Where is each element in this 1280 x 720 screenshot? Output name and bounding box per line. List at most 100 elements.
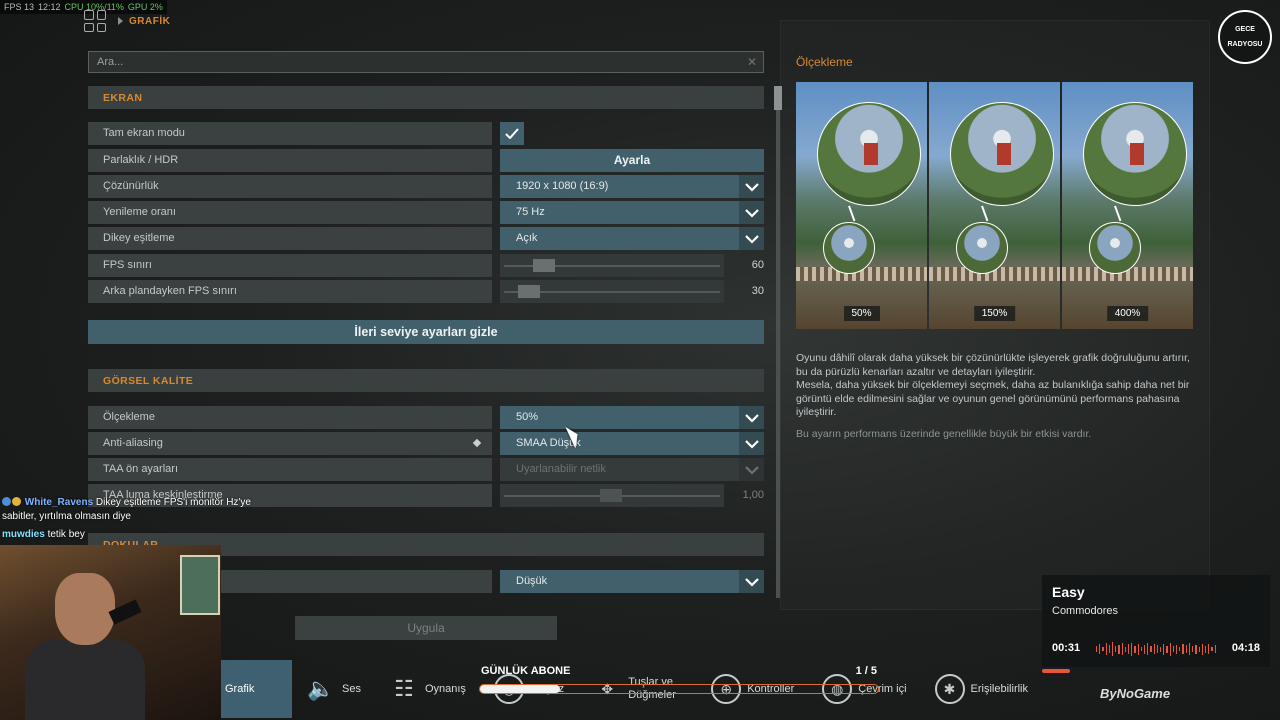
label-background-fps-limit: Arka plandayken FPS sınırı [88,280,492,303]
header: GRAFİK [84,10,170,32]
hide-advanced-settings-button[interactable]: İleri seviye ayarları gizle [88,320,764,344]
accessibility-icon: ✱ [934,674,965,704]
chat-username: White_Ravens [24,497,94,508]
scaling-dropdown[interactable]: 50% [500,406,764,429]
chat-text: tetik bey [47,529,85,540]
track-artist: Commodores [1052,605,1119,617]
vsync-dropdown[interactable]: Açık [500,227,764,250]
fullscreen-checkbox[interactable] [500,122,524,145]
clear-search-icon[interactable]: ✕ [747,55,757,69]
fps-limit-slider[interactable] [500,254,724,277]
preview-image-1: 50% [796,82,927,329]
texture-quality-dropdown[interactable]: Düşük [500,570,764,593]
label-refresh-rate: Yenileme oranı [88,201,492,224]
settings-scrollbar[interactable] [774,86,782,598]
zoom-circle-large [950,102,1054,206]
tab-erisilebilirlik[interactable]: ✱ Erişilebilirlik [921,660,1042,718]
webcam-feed [0,545,221,720]
zoom-circle-small [823,222,875,274]
goal-progress-fill [480,685,560,693]
chevron-down-icon[interactable] [739,570,764,593]
tab-ses[interactable]: 🔈 Ses [292,660,375,718]
taa-sharpening-value: 1,00 [742,489,764,501]
resolution-dropdown[interactable]: 1920 x 1080 (16:9) [500,175,764,198]
elapsed-time: 00:31 [1052,642,1081,654]
track-progress [1042,669,1070,673]
label-resolution: Çözünürlük [88,175,492,198]
checkmark-icon [505,128,519,139]
speaker-icon: 🔈 [307,676,335,701]
zoom-circle-small [1089,222,1141,274]
scrollbar-thumb[interactable] [774,86,782,110]
tab-oynanis[interactable]: ☷ Oynanış [375,660,480,718]
preview-image-3: 400% [1062,82,1193,329]
apply-button[interactable]: Uygula [295,616,557,640]
grid-menu-icon[interactable] [84,10,106,32]
label-taa-preset: TAA ön ayarları [88,458,492,481]
fps-limit-value: 60 [751,259,764,271]
chevron-down-icon[interactable] [739,406,764,429]
scaling-value: 50% [516,411,539,423]
tab-grafik[interactable]: Grafik [221,660,292,718]
description-paragraph-1: Oyunu dâhilî olarak daha yüksek bir çözü… [796,352,1190,378]
description-paragraph-2: Mesela, daha yüksek bir ölçeklemeyi seçm… [796,379,1190,418]
now-playing-widget: Easy Commodores 00:31 04:18 [1042,575,1270,673]
tab-label: Oynanış [424,683,466,695]
chat-username: muwdies [2,529,45,540]
tab-label: Ses [342,683,361,695]
search-input[interactable]: Ara... ✕ [88,51,764,73]
slider-thumb [600,489,622,502]
subscriber-goal-overlay: GÜNLÜK ABONE 1 / 5 [479,665,881,701]
performance-note: Bu ayarın performans üzerinde genellikle… [796,427,1092,440]
search-placeholder: Ara... [97,56,124,68]
brightness-adjust-button[interactable]: Ayarla [500,149,764,172]
preview-image-2: 150% [929,82,1060,329]
slider-thumb[interactable] [533,259,555,272]
zoom-circle-small [956,222,1008,274]
breadcrumb: GRAFİK [118,16,170,27]
texture-quality-value: Düşük [516,575,548,587]
goal-progress-bar [479,684,879,694]
audio-waveform [1096,642,1216,656]
scaling-preview-images: 50% 150% 400% [796,82,1193,329]
chevron-right-icon [118,17,123,25]
setting-description: Oyunu dâhilî olarak daha yüksek bir çözü… [796,352,1196,441]
chevron-down-icon[interactable] [739,175,764,198]
refresh-rate-dropdown[interactable]: 75 Hz [500,201,764,224]
preview-label: 50% [843,306,880,321]
badge-icon [12,497,21,506]
tab-label: Erişilebilirlik [970,683,1028,695]
preview-label: 400% [1106,306,1149,321]
label-scaling: Ölçekleme [88,406,492,429]
refresh-rate-value: 75 Hz [516,206,545,218]
taa-preset-dropdown: Uyarlanabilir netlik [500,458,764,481]
preview-label: 150% [973,306,1016,321]
watermark-logo: ByNoGame [1100,686,1171,701]
radio-logo: GECE RADYOSU [1218,10,1272,64]
taa-sharpening-slider [500,484,724,507]
zoom-circle-large [817,102,921,206]
badge-icon [2,497,11,506]
label-brightness: Parlaklık / HDR [88,149,492,172]
background-fps-limit-value: 30 [751,285,764,297]
chevron-down-icon[interactable] [739,201,764,224]
breadcrumb-current: GRAFİK [129,15,171,27]
section-header-visual-quality: GÖRSEL KALİTE [88,369,764,392]
slider-thumb[interactable] [518,285,540,298]
label-fps-limit: FPS sınırı [88,254,492,277]
chevron-down-icon [739,458,764,481]
track-title: Easy [1052,584,1085,600]
taa-preset-value: Uyarlanabilir netlik [516,463,606,475]
total-time: 04:18 [1231,642,1260,654]
anti-aliasing-dropdown[interactable]: SMAA Düşük [500,432,764,455]
chevron-down-icon[interactable] [739,227,764,250]
chat-message: White_Ravens Dikey eşitleme FPS'i monitö… [2,496,282,524]
label-anti-aliasing: Anti-aliasing [88,432,492,455]
chat-message: muwdies tetik bey [2,528,282,542]
chevron-down-icon[interactable] [739,432,764,455]
time-readout: 12:12 [38,2,61,12]
background-fps-limit-slider[interactable] [500,280,724,303]
logo-text-bottom: RADYOSU [1227,41,1263,48]
chat-overlay: White_Ravens Dikey eşitleme FPS'i monitö… [2,496,282,542]
sliders-icon: ☷ [394,676,414,701]
